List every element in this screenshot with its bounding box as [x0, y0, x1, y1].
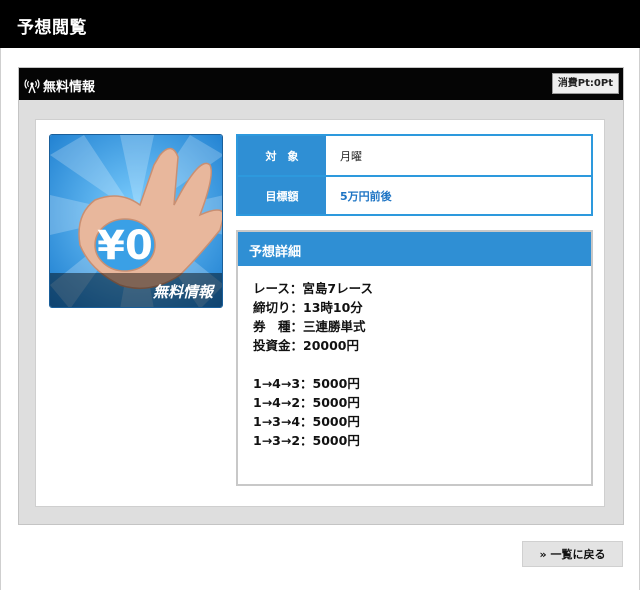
free-info-banner: ¥0 無料情報	[49, 134, 223, 308]
detail-line: 投資金：20000円	[253, 338, 359, 353]
detail-line: レース：宮島7レース	[253, 281, 373, 296]
back-button-label: 一覧に戻る	[550, 548, 606, 561]
page-title: 予想閲覧	[0, 0, 640, 48]
content-box: ¥0 無料情報 対 象 月曜 目標額 5万円前後 予想詳細 レース：宮島7レース…	[35, 119, 605, 507]
info-value-target: 月曜	[340, 149, 362, 163]
info-row-goal: 目標額 5万円前後	[238, 175, 591, 214]
info-table: 対 象 月曜 目標額 5万円前後	[236, 134, 593, 216]
info-label-target: 対 象	[238, 136, 326, 175]
back-to-list-button[interactable]: » 一覧に戻る	[522, 541, 623, 567]
info-value-goal: 5万円前後	[340, 189, 392, 203]
bet-line: 1→3→4：5000円	[253, 414, 360, 429]
detail-body: レース：宮島7レース 締切り：13時10分 券 種：三連勝単式 投資金：2000…	[238, 266, 591, 450]
info-label-goal: 目標額	[238, 177, 326, 214]
panel-title: 無料情報	[43, 80, 96, 95]
bet-line: 1→3→2：5000円	[253, 433, 360, 448]
bet-line: 1→4→3：5000円	[253, 376, 360, 391]
free-info-panel: 無料情報 消費Pt:0Pt ¥0 無料情報 対 象 月曜 目標額 5万円前後 予…	[18, 67, 624, 525]
detail-title: 予想詳細	[238, 232, 591, 266]
points-badge: 消費Pt:0Pt	[551, 73, 619, 94]
banner-caption: 無料情報	[50, 273, 222, 307]
prediction-detail: 予想詳細 レース：宮島7レース 締切り：13時10分 券 種：三連勝単式 投資金…	[236, 230, 593, 486]
bet-line: 1→4→2：5000円	[253, 395, 360, 410]
banner-price-text: ¥0	[97, 223, 153, 269]
detail-spacer	[253, 355, 591, 374]
panel-header: 無料情報 消費Pt:0Pt	[19, 68, 623, 100]
double-chevron-right-icon: »	[539, 547, 547, 561]
detail-line: 券 種：三連勝単式	[253, 319, 366, 334]
info-row-target: 対 象 月曜	[238, 136, 591, 175]
detail-line: 締切り：13時10分	[253, 300, 363, 315]
antenna-icon	[24, 78, 40, 93]
panel-title-group: 無料情報	[24, 76, 95, 95]
